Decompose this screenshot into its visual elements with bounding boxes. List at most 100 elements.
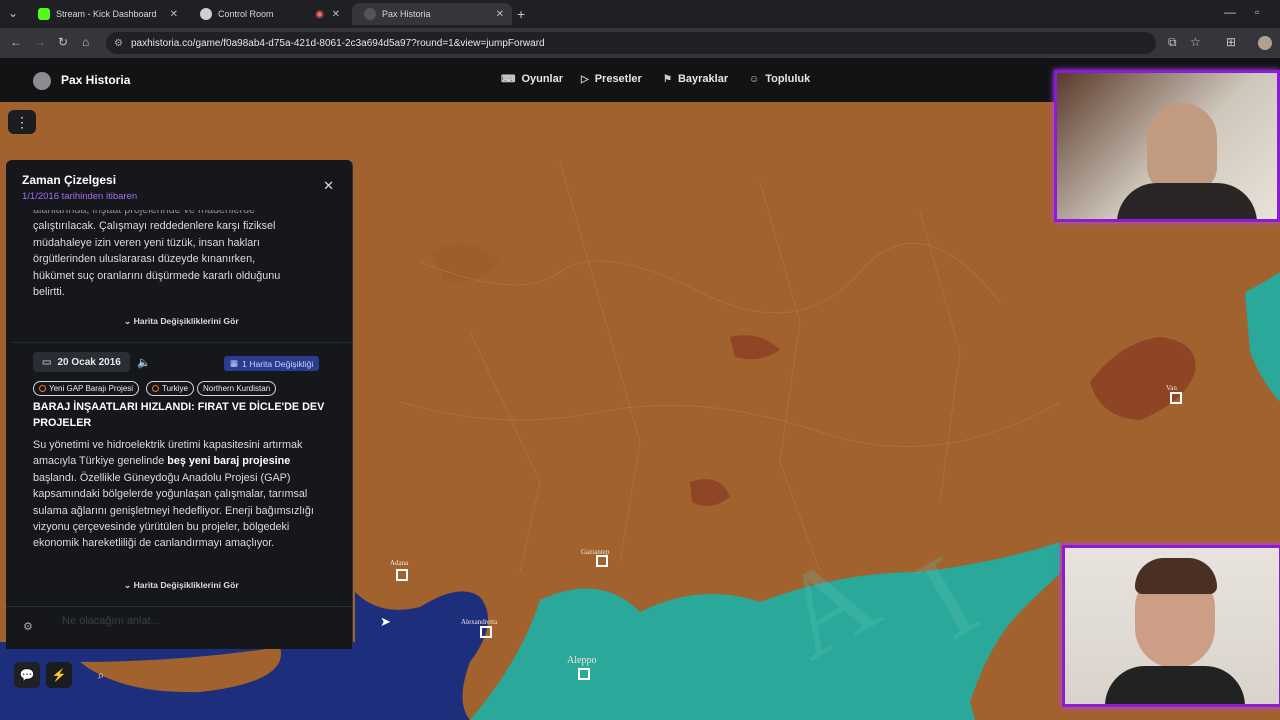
tag-dot-icon (39, 385, 46, 392)
timeline-footer: ⚙ Ne olacağını anlat... (6, 606, 352, 649)
map-changes-toggle[interactable]: ⌄ Harita Değişikliklerini Gör (124, 580, 239, 591)
map-menu-button[interactable]: ⋮ (8, 110, 36, 134)
city-label: Adana (390, 559, 409, 567)
mediterranean-sea (355, 591, 488, 720)
tab-pax-historia[interactable]: Pax Historia ✕ (352, 3, 512, 25)
mouse-cursor-icon: ➤ (380, 614, 391, 629)
entry-headline: BARAJ İNŞAATLARI HIZLANDI: FIRAT VE DİCL… (33, 401, 325, 429)
play-icon: ▷ (581, 73, 589, 85)
chevron-down-icon: ⌄ (124, 580, 132, 590)
streamer-shirt (1105, 666, 1245, 704)
lake-van (1090, 337, 1196, 420)
install-icon[interactable]: ⧉ (1168, 35, 1177, 50)
settings-icon[interactable]: ⚙ (23, 620, 33, 633)
globe-icon (364, 8, 376, 20)
kick-icon (38, 8, 50, 20)
close-icon[interactable]: ✕ (496, 9, 504, 20)
iran-region (1245, 272, 1280, 402)
profile-avatar[interactable] (1258, 36, 1272, 50)
tab-title: Control Room (218, 9, 274, 19)
flag-icon: ⚑ (663, 73, 672, 85)
site-info-icon[interactable]: ⚙ (114, 38, 123, 49)
city-marker-adana[interactable] (396, 569, 408, 581)
entry-date: ▭ 20 Ocak 2016 (33, 352, 130, 372)
city-label: Alexandretta (461, 618, 498, 626)
tab-control-room[interactable]: Control Room ◉ ✕ (188, 3, 348, 25)
nav-label: Topluluk (765, 73, 811, 85)
maximize-icon[interactable]: ▫ (1255, 5, 1259, 19)
bookmark-star-icon[interactable]: ☆ (1190, 35, 1201, 49)
text-line: örgütlerinden uluslararası düzeyde kınan… (33, 253, 256, 266)
minimize-icon[interactable]: — (1224, 5, 1236, 19)
text-line: hükümet suç oranlarını düşürmede kararlı… (33, 269, 281, 282)
reload-icon[interactable]: ↻ (58, 35, 68, 49)
map-icon: ▦ (230, 358, 239, 368)
prompt-input[interactable]: Ne olacağını anlat... (62, 615, 160, 627)
date-text: 20 Ocak 2016 (57, 356, 121, 368)
nav-bayraklar[interactable]: ⚑ Bayraklar (663, 73, 728, 85)
map-changes-toggle[interactable]: ⌄ Harita Değişikliklerini Gör (124, 316, 239, 327)
extensions-icon[interactable]: ⊞ (1226, 35, 1236, 49)
city-marker-gaziantep[interactable] (596, 555, 608, 567)
tag-dot-icon (152, 385, 159, 392)
timeline-scroll[interactable]: alanlarında, inşaat projelerinde ve made… (6, 210, 352, 606)
panel-title: Zaman Çizelgesi (22, 173, 117, 187)
reservoir (730, 335, 780, 360)
timeline-panel: Zaman Çizelgesi 1/1/2016 tarihinden itib… (6, 160, 353, 648)
webcam-overlay-bottom (1062, 545, 1280, 707)
brand-name[interactable]: Pax Historia (61, 73, 130, 87)
province-borders (399, 161, 1061, 573)
terrain-patch (430, 244, 500, 282)
text-line: alanlarında, inşaat projelerinde ve made… (33, 210, 256, 216)
close-icon[interactable]: ✕ (332, 9, 340, 20)
close-icon[interactable]: ✕ (170, 9, 178, 20)
map-changes-label: Harita Değişikliklerini Gör (133, 580, 239, 590)
tag-northern-kurdistan[interactable]: Northern Kurdistan (197, 381, 277, 396)
tab-kick-dashboard[interactable]: Stream - Kick Dashboard ✕ (26, 3, 186, 25)
tag-gap[interactable]: Yeni GAP Barajı Projesi (33, 381, 140, 396)
tag-label: Yeni GAP Barajı Projesi (49, 384, 134, 393)
tag-label: Northern Kurdistan (203, 384, 271, 393)
url-text: paxhistoria.co/game/f0a98ab4-d75a-421d-8… (130, 37, 545, 49)
body-text: başlandı. Özellikle Güneydoğu Anadolu Pr… (33, 471, 314, 550)
speaker-icon[interactable]: 🔈 (137, 356, 151, 369)
badge-text: 1 Harita Değişikliği (242, 358, 314, 369)
home-icon[interactable]: ⌂ (82, 35, 89, 49)
text-line: belirtti. (33, 286, 65, 299)
new-tab-icon[interactable]: + (517, 6, 525, 22)
address-bar: ← → ↻ ⌂ ⚙ paxhistoria.co/game/f0a98ab4-d… (0, 28, 1280, 58)
chat-button[interactable]: 💬 (14, 662, 40, 688)
chevron-down-icon: ⌄ (124, 316, 132, 326)
nav-label: Oyunlar (521, 73, 564, 85)
text-line: müdahaleye izin veren yeni tüzük, insan … (33, 236, 260, 249)
city-marker-aleppo[interactable] (578, 668, 590, 680)
search-button[interactable]: ⌕ (88, 662, 114, 688)
reservoir (690, 479, 730, 506)
body-bold: beş yeni baraj projesine (167, 455, 291, 468)
tag-turkiye[interactable]: Turkiye (146, 381, 194, 396)
users-icon: ☺ (749, 73, 760, 85)
panel-subtitle: 1/1/2016 tarihinden itibaren (22, 191, 138, 202)
url-field[interactable]: ⚙ paxhistoria.co/game/f0a98ab4-d75a-421d… (106, 32, 1156, 54)
tab-title: Stream - Kick Dashboard (56, 9, 157, 19)
tab-search-icon[interactable]: ⌄ (8, 6, 18, 20)
nav-topluluk[interactable]: ☺ Topluluk (749, 73, 810, 85)
city-marker-van[interactable] (1170, 392, 1182, 404)
divider (12, 342, 352, 343)
map-change-badge[interactable]: ▦ 1 Harita Değişikliği (224, 356, 320, 371)
back-icon[interactable]: ← (10, 35, 22, 49)
tab-title: Pax Historia (382, 9, 431, 19)
streamer-hair (1135, 558, 1217, 594)
nav-oyunlar[interactable]: ⌨ Oyunlar (501, 73, 563, 85)
close-icon[interactable]: ✕ (323, 178, 334, 194)
forward-icon[interactable]: → (34, 35, 46, 49)
city-marker-alexandretta[interactable] (480, 626, 492, 638)
calendar-icon: ▭ (42, 356, 52, 368)
nav-presetler[interactable]: ▷ Presetler (581, 73, 642, 85)
flash-button[interactable]: ⚡ (46, 662, 72, 688)
lightning-icon: ⚡ (51, 668, 67, 682)
map-changes-label: Harita Değişikliklerini Gör (133, 316, 239, 326)
previous-entry-text: alanlarında, inşaat projelerinde ve made… (33, 210, 333, 300)
pax-historia-logo[interactable] (33, 72, 51, 90)
nav-label: Presetler (594, 73, 642, 85)
